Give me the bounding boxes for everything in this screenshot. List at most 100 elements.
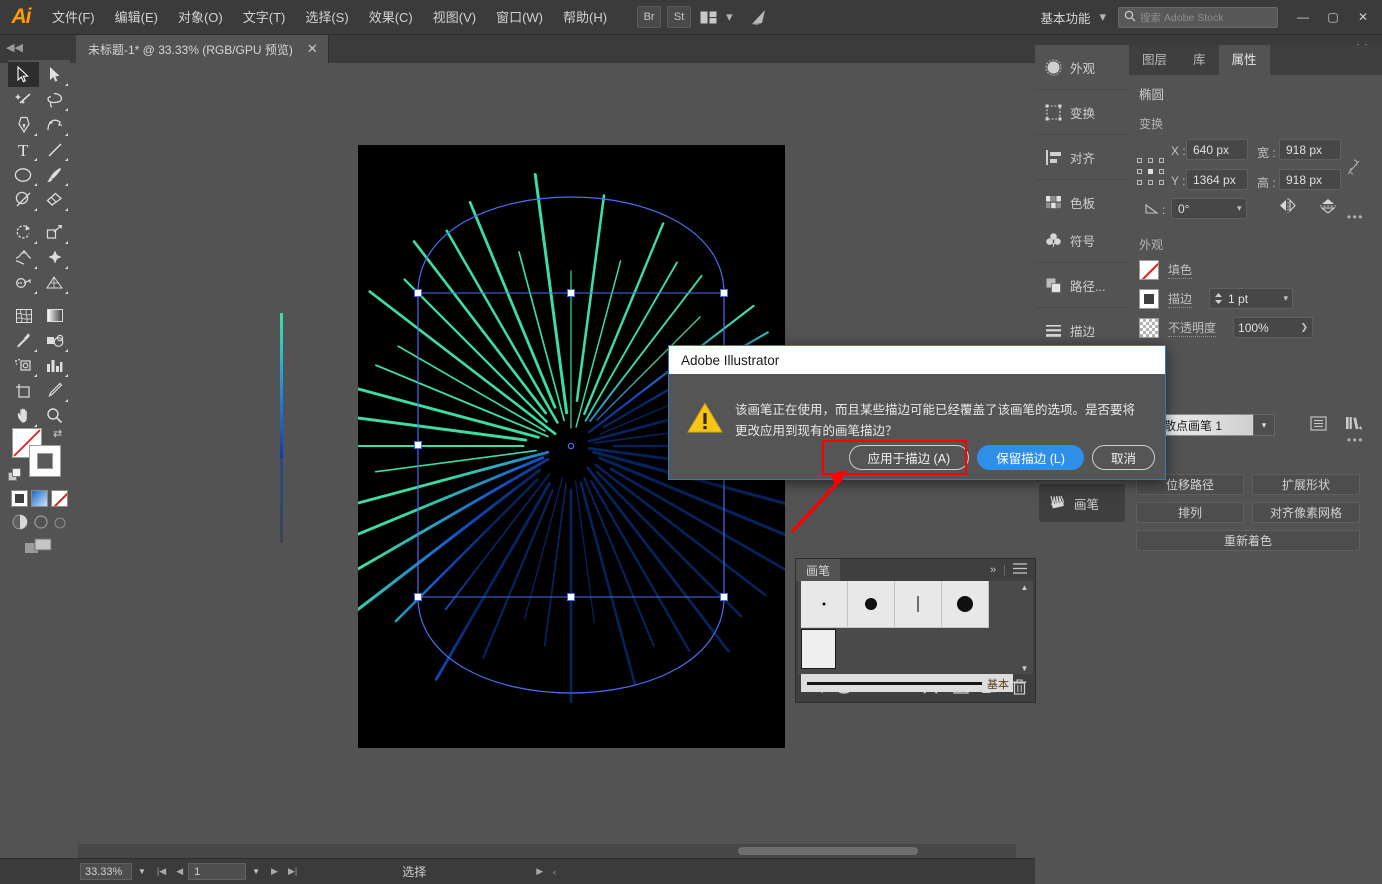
brush-stroke-preview[interactable]: 基本 [801, 674, 1013, 692]
close-button[interactable]: ✕ [1348, 2, 1378, 32]
eraser-tool[interactable] [39, 187, 70, 212]
tab-layers[interactable]: 图层 [1129, 45, 1180, 75]
shape-builder-tool[interactable] [8, 270, 39, 295]
change-screen-mode-icon[interactable] [8, 538, 70, 554]
x-input[interactable]: 640 px [1186, 139, 1248, 160]
first-page-icon[interactable]: |◀ [157, 866, 166, 877]
dock-item-pathfinder[interactable]: 路径... [1035, 266, 1129, 304]
reference-point-selector[interactable] [1137, 158, 1165, 186]
shaper-tool[interactable] [8, 187, 39, 212]
menu-select[interactable]: 选择(S) [295, 0, 358, 35]
stroke-color-swatch[interactable] [1139, 289, 1159, 309]
type-tool[interactable]: T [8, 137, 39, 162]
mesh-tool[interactable] [8, 303, 39, 328]
eyedropper-tool[interactable] [8, 328, 39, 353]
menu-object[interactable]: 对象(O) [168, 0, 233, 35]
collapse-left-icon[interactable]: ◀◀ [6, 41, 23, 54]
lasso-tool[interactable] [39, 87, 70, 112]
direct-selection-tool[interactable] [39, 62, 70, 87]
curvature-tool[interactable] [39, 112, 70, 137]
artboard-tool[interactable] [8, 378, 39, 403]
horizontal-scroll-thumb[interactable] [738, 847, 918, 855]
arrange-documents-icon[interactable] [700, 11, 717, 24]
search-adobe-stock-input[interactable]: 搜索 Adobe Stock [1118, 7, 1278, 28]
symbol-sprayer-tool[interactable] [8, 353, 39, 378]
dock-item-symbols[interactable]: 符号 [1035, 221, 1129, 259]
close-icon[interactable]: ✕ [307, 41, 318, 57]
panel-menu-icon[interactable] [1013, 563, 1027, 577]
zoom-chevron-icon[interactable]: ▼ [138, 867, 146, 876]
hand-tool[interactable] [8, 403, 39, 428]
rotation-angle-input[interactable]: 0° [1171, 198, 1247, 219]
workspace-chevron-icon[interactable]: ▾ [1099, 9, 1106, 25]
menu-effect[interactable]: 效果(C) [359, 0, 423, 35]
expand-shape-button[interactable]: 扩展形状 [1252, 474, 1360, 495]
stroke-weight-chevron-icon[interactable]: ▾ [1283, 293, 1288, 304]
stroke-weight-input[interactable]: 1 pt ▾ [1209, 288, 1293, 309]
arrange-button[interactable]: 排列 [1136, 502, 1244, 523]
swap-fill-stroke-icon[interactable]: ⇄ [53, 427, 62, 440]
selection-tool[interactable] [8, 62, 39, 87]
tab-properties[interactable]: 属性 [1219, 45, 1270, 75]
height-input[interactable]: 918 px [1279, 169, 1341, 190]
flip-horizontal-icon[interactable] [1279, 198, 1297, 219]
width-tool[interactable] [8, 245, 39, 270]
menu-type[interactable]: 文字(T) [233, 0, 296, 35]
transform-more-options-icon[interactable]: ••• [1347, 210, 1364, 224]
align-to-pixel-grid-button[interactable]: 对齐像素网格 [1252, 502, 1360, 523]
brushes-scrollbar[interactable]: ▲ ▼ [1018, 581, 1031, 674]
brush-thumb-dot-medium[interactable] [848, 581, 895, 628]
magic-wand-tool[interactable] [8, 87, 39, 112]
rotate-tool[interactable] [8, 220, 39, 245]
zoom-tool[interactable] [39, 403, 70, 428]
draw-normal-button[interactable] [12, 514, 28, 535]
document-tab[interactable]: 未标题-1* @ 33.33% (RGB/GPU 预览) ✕ [76, 35, 329, 63]
brushes-panel-tab[interactable]: 画笔 [796, 559, 840, 581]
blend-tool[interactable] [39, 328, 70, 353]
cancel-button[interactable]: 取消 [1092, 445, 1155, 470]
recolor-button[interactable]: 重新着色 [1136, 530, 1360, 551]
dock-item-stroke[interactable]: 描边 [1035, 311, 1129, 349]
ellipse-tool[interactable] [8, 162, 39, 187]
brushes-scroll-down-icon[interactable]: ▼ [1018, 662, 1031, 674]
menu-help[interactable]: 帮助(H) [553, 0, 617, 35]
brush-thumb-stroke-thin[interactable] [895, 581, 942, 628]
gradient-tool[interactable] [39, 303, 70, 328]
stepper-icon[interactable] [1214, 292, 1223, 305]
dock-item-brushes[interactable]: 画笔 [1039, 484, 1125, 522]
opacity-expand-icon[interactable]: ❯ [1300, 322, 1308, 333]
expand-panel-icon[interactable]: » [990, 564, 996, 576]
stock-button[interactable]: St [667, 6, 691, 28]
width-input[interactable]: 918 px [1279, 139, 1341, 160]
canvas-horizontal-scrollbar[interactable] [78, 844, 1016, 858]
perspective-grid-tool[interactable] [39, 270, 70, 295]
opacity-swatch[interactable] [1139, 318, 1159, 338]
brush-libraries-icon[interactable] [1345, 416, 1363, 436]
dock-item-swatches[interactable]: 色板 [1035, 183, 1129, 221]
free-transform-tool[interactable] [39, 245, 70, 270]
zoom-level-input[interactable]: 33.33% [80, 863, 132, 880]
fill-color-swatch[interactable] [1139, 260, 1159, 280]
opacity-input[interactable]: 100% ❯ [1233, 317, 1313, 338]
brush-thumb-dot-tiny[interactable] [801, 581, 848, 628]
brushes-list[interactable]: 基本 ▲ ▼ [798, 581, 1033, 674]
workspace-switcher[interactable]: 基本功能 [1040, 8, 1090, 27]
line-segment-tool[interactable] [39, 137, 70, 162]
active-brush-chevron-icon[interactable]: ▾ [1253, 414, 1275, 436]
draw-behind-button[interactable] [34, 515, 48, 534]
color-mode-button[interactable] [11, 490, 28, 507]
leave-strokes-button[interactable]: 保留描边 (L) [977, 445, 1084, 470]
brush-thumb-selected[interactable] [801, 629, 836, 669]
menu-window[interactable]: 窗口(W) [486, 0, 553, 35]
dock-item-appearance[interactable]: 外观 [1035, 48, 1129, 86]
last-page-icon[interactable]: ▶| [288, 866, 297, 877]
minimize-button[interactable]: — [1288, 2, 1318, 32]
maximize-button[interactable]: ▢ [1318, 2, 1348, 32]
flip-vertical-icon[interactable] [1319, 198, 1337, 219]
bridge-button[interactable]: Br [637, 6, 661, 28]
stroke-swatch[interactable] [29, 445, 61, 477]
next-page-icon[interactable]: ▶ [271, 866, 278, 877]
pen-tool[interactable] [8, 112, 39, 137]
default-fill-stroke-icon[interactable] [8, 468, 22, 482]
brush-thumb-dot-large[interactable] [942, 581, 989, 628]
